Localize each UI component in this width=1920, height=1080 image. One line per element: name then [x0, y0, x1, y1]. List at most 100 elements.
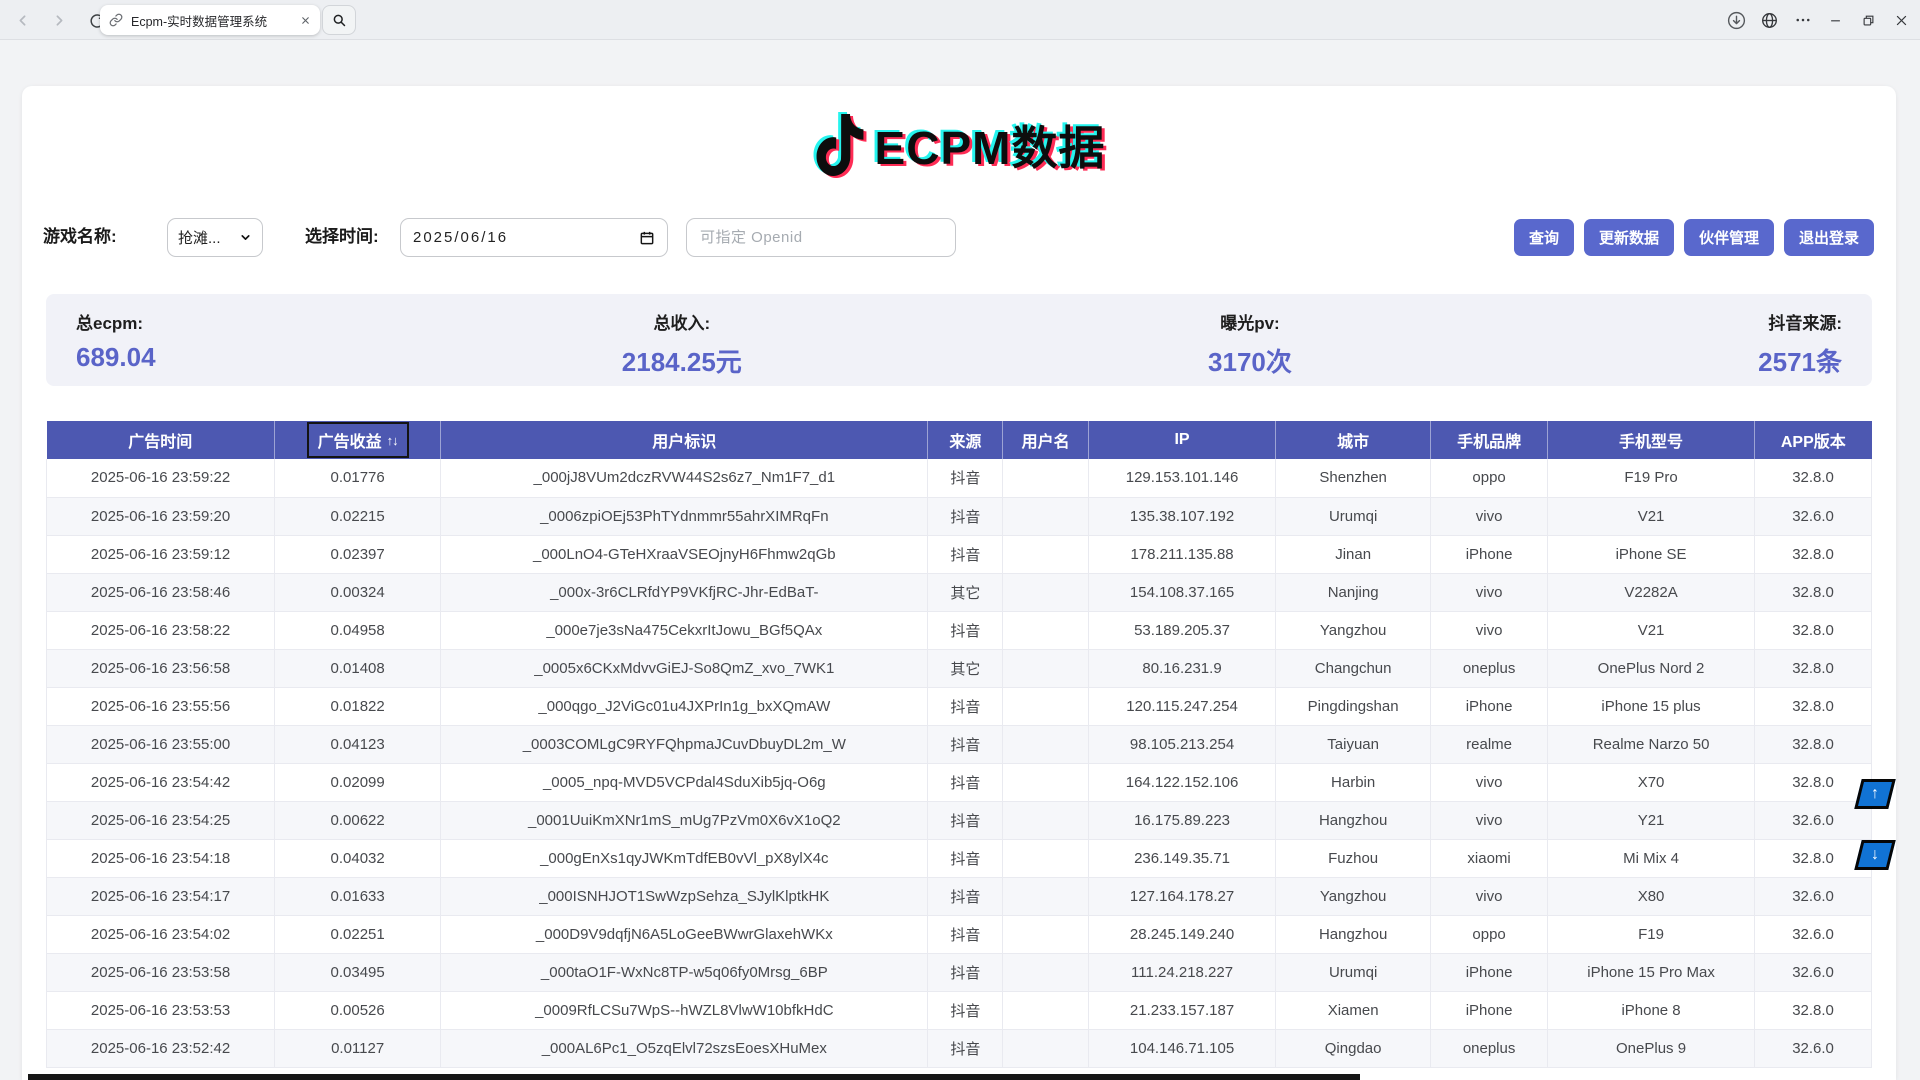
stat-item: 抖音来源:2571条 [1758, 309, 1842, 386]
table-cell: 0.02215 [275, 497, 441, 535]
table-cell: 53.189.205.37 [1089, 611, 1276, 649]
table-cell: 129.153.101.146 [1089, 459, 1276, 497]
table-cell: Yangzhou [1276, 611, 1431, 649]
table-cell: 32.8.0 [1755, 459, 1872, 497]
search-tabs-button[interactable] [322, 5, 356, 35]
table-row: 2025-06-16 23:55:000.04123_0003COMLgC9RY… [47, 725, 1872, 763]
table-cell: X70 [1547, 763, 1754, 801]
table-cell [1003, 535, 1089, 573]
table-cell: 178.211.135.88 [1089, 535, 1276, 573]
table-cell: iPhone [1431, 953, 1548, 991]
window-controls [1720, 0, 1918, 40]
table-cell: 其它 [928, 649, 1003, 687]
openid-input[interactable] [686, 218, 956, 257]
stats-summary: 总ecpm:689.04总收入:2184.25元曝光pv:3170次抖音来源:2… [46, 294, 1872, 386]
table-cell: _000LnO4-GTeHXraaVSEOjnyH6Fhmw2qGb [441, 535, 928, 573]
table-cell [1003, 915, 1089, 953]
stat-item: 总收入:2184.25元 [622, 309, 742, 386]
table-cell: iPhone [1431, 991, 1548, 1029]
minimize-icon[interactable] [1819, 0, 1852, 40]
table-cell: _0005x6CKxMdvvGiEJ-So8QmZ_xvo_7WK1 [441, 649, 928, 687]
table-cell: 2025-06-16 23:59:12 [47, 535, 275, 573]
table-row: 2025-06-16 23:53:530.00526_0009RfLCSu7Wp… [47, 991, 1872, 1029]
query-button[interactable]: 查询 [1514, 219, 1574, 256]
table-cell: 0.04958 [275, 611, 441, 649]
calendar-icon[interactable] [639, 230, 655, 246]
table-cell: 0.04032 [275, 839, 441, 877]
search-icon [332, 13, 347, 28]
table-cell: Taiyuan [1276, 725, 1431, 763]
table-cell: 0.02397 [275, 535, 441, 573]
table-cell [1003, 953, 1089, 991]
table-cell: 2025-06-16 23:56:58 [47, 649, 275, 687]
sort-icon: ↑↓ [387, 433, 398, 448]
table-cell: Urumqi [1276, 953, 1431, 991]
table-cell: vivo [1431, 611, 1548, 649]
table-cell: 0.01408 [275, 649, 441, 687]
tab-title: Ecpm-实时数据管理系统 [131, 11, 292, 30]
table-cell: 2025-06-16 23:54:18 [47, 839, 275, 877]
sort-revenue-button[interactable]: 广告收益↑↓ [307, 422, 409, 458]
table-cell: 抖音 [928, 725, 1003, 763]
table-cell: 抖音 [928, 763, 1003, 801]
table-cell: 抖音 [928, 459, 1003, 497]
table-cell: 21.233.157.187 [1089, 991, 1276, 1029]
table-cell: iPhone SE [1547, 535, 1754, 573]
globe-icon[interactable] [1753, 0, 1786, 40]
logout-button[interactable]: 退出登录 [1784, 219, 1874, 256]
stat-item: 曝光pv:3170次 [1208, 309, 1292, 386]
table-cell: 28.245.149.240 [1089, 915, 1276, 953]
date-input[interactable]: 2025/06/16 [400, 218, 668, 257]
forward-icon[interactable] [49, 10, 69, 30]
more-icon[interactable] [1786, 0, 1819, 40]
table-row: 2025-06-16 23:59:120.02397_000LnO4-GTeHX… [47, 535, 1872, 573]
column-header: 广告时间 [47, 421, 275, 459]
table-cell [1003, 1029, 1089, 1067]
table-cell: 32.6.0 [1755, 915, 1872, 953]
table-cell: 抖音 [928, 535, 1003, 573]
browser-tab[interactable]: Ecpm-实时数据管理系统 [100, 5, 320, 35]
table-cell: 2025-06-16 23:59:20 [47, 497, 275, 535]
partner-manage-button[interactable]: 伙伴管理 [1684, 219, 1774, 256]
close-icon[interactable] [1885, 0, 1918, 40]
table-cell: 0.02099 [275, 763, 441, 801]
table-cell: Shenzhen [1276, 459, 1431, 497]
tab-close-icon[interactable] [300, 15, 311, 26]
table-cell: _000ISNHJOT1SwWzpSehza_SJylKlptkHK [441, 877, 928, 915]
game-select[interactable]: 抢滩... [167, 218, 263, 257]
table-cell: F19 [1547, 915, 1754, 953]
update-data-button[interactable]: 更新数据 [1584, 219, 1674, 256]
table-cell: V21 [1547, 611, 1754, 649]
table-row: 2025-06-16 23:56:580.01408_0005x6CKxMdvv… [47, 649, 1872, 687]
table-cell: oneplus [1431, 1029, 1548, 1067]
table-cell: vivo [1431, 497, 1548, 535]
table-cell: iPhone 8 [1547, 991, 1754, 1029]
back-icon[interactable] [12, 10, 32, 30]
table-cell: 抖音 [928, 991, 1003, 1029]
column-header: 手机型号 [1547, 421, 1754, 459]
downloads-icon[interactable] [1720, 0, 1753, 40]
table-cell: 0.01127 [275, 1029, 441, 1067]
table-cell: 104.146.71.105 [1089, 1029, 1276, 1067]
browser-nav [12, 0, 106, 40]
table-cell: 抖音 [928, 877, 1003, 915]
table-cell: _0001UuiKmXNr1mS_mUg7PzVm0X6vX1oQ2 [441, 801, 928, 839]
table-cell: 120.115.247.254 [1089, 687, 1276, 725]
table-cell: 32.8.0 [1755, 687, 1872, 725]
table-cell: 2025-06-16 23:54:02 [47, 915, 275, 953]
table-cell: _000AL6Pc1_O5zqElvl72szsEoesXHuMex [441, 1029, 928, 1067]
column-header: IP [1089, 421, 1276, 459]
table-cell: 抖音 [928, 839, 1003, 877]
table-cell: X80 [1547, 877, 1754, 915]
table-row: 2025-06-16 23:54:250.00622_0001UuiKmXNr1… [47, 801, 1872, 839]
table-cell: Qingdao [1276, 1029, 1431, 1067]
table-cell: 2025-06-16 23:54:42 [47, 763, 275, 801]
table-cell: 32.8.0 [1755, 649, 1872, 687]
table-cell: 2025-06-16 23:55:00 [47, 725, 275, 763]
restore-icon[interactable] [1852, 0, 1885, 40]
table-cell: Pingdingshan [1276, 687, 1431, 725]
table-cell: 2025-06-16 23:53:53 [47, 991, 275, 1029]
stat-label: 总收入: [653, 309, 710, 334]
table-cell: 0.03495 [275, 953, 441, 991]
table-row: 2025-06-16 23:54:180.04032_000gEnXs1qyJW… [47, 839, 1872, 877]
